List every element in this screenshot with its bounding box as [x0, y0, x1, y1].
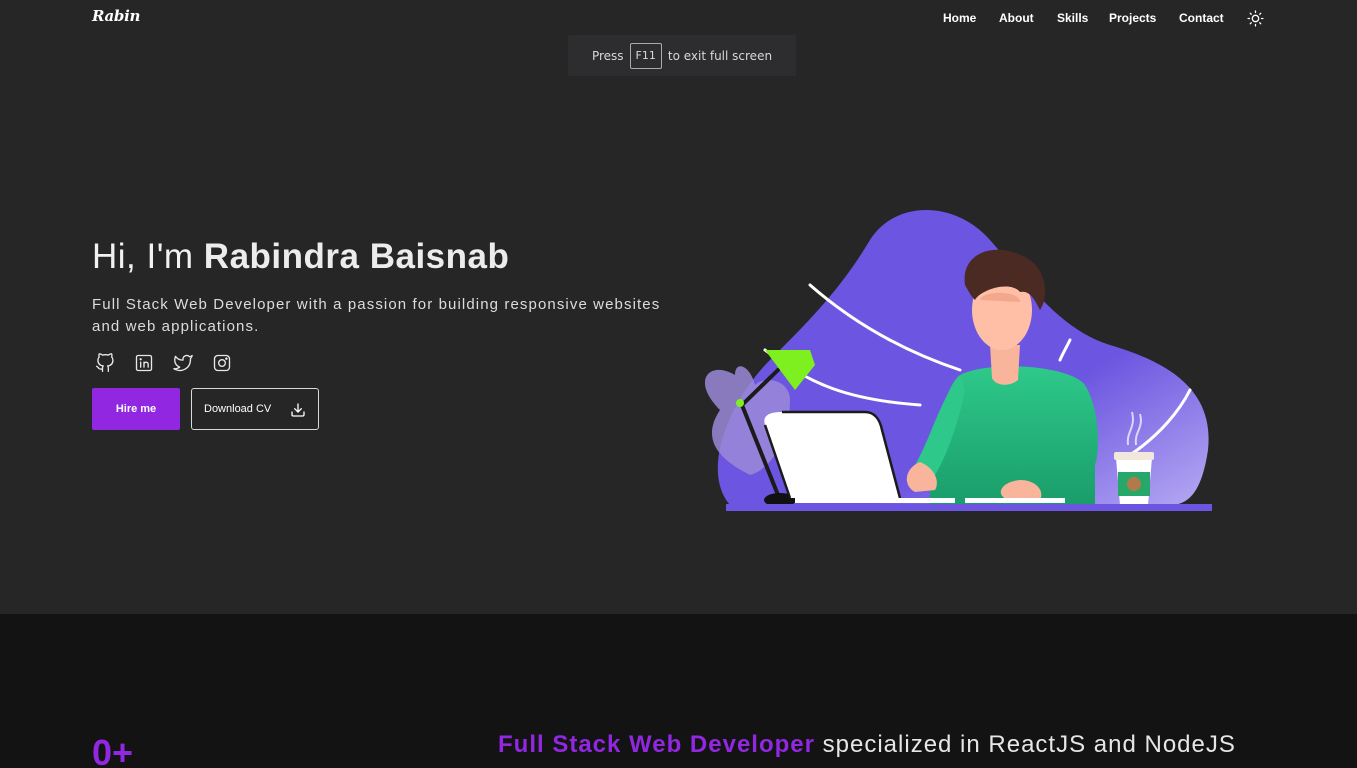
download-cv-button[interactable]: Download CV: [191, 388, 319, 430]
about-tagline: Full Stack Web Developer specialized in …: [498, 731, 1236, 759]
hero-name: Rabindra Baisnab: [203, 237, 510, 276]
hero-heading: Hi, I'm Rabindra Baisnab: [92, 237, 509, 277]
nav-projects[interactable]: Projects: [1109, 11, 1156, 25]
nav-contact[interactable]: Contact: [1179, 11, 1224, 25]
social-links: [95, 353, 251, 373]
toast-key: F11: [629, 42, 662, 69]
toast-suffix: to exit full screen: [667, 48, 773, 63]
nav-skills[interactable]: Skills: [1057, 11, 1088, 25]
linkedin-icon[interactable]: [134, 353, 154, 373]
nav-home[interactable]: Home: [943, 11, 976, 25]
hero-description: Full Stack Web Developer with a passion …: [92, 296, 661, 335]
toast-prefix: Press: [591, 48, 624, 63]
download-cv-label: Download CV: [204, 403, 272, 415]
github-icon[interactable]: [95, 353, 115, 373]
twitter-icon[interactable]: [173, 353, 193, 373]
developer-illustration: [704, 210, 1212, 511]
hire-me-label: Hire me: [115, 403, 157, 415]
instagram-icon[interactable]: [212, 353, 232, 373]
hero-greeting: Hi, I'm: [92, 237, 194, 276]
nav-about[interactable]: About: [999, 11, 1034, 25]
tagline-rest: specialized in ReactJS and NodeJS: [822, 731, 1236, 758]
site-logo[interactable]: Rabin: [92, 7, 140, 25]
stat-number: 0+: [92, 732, 134, 768]
tagline-accent: Full Stack Web Developer: [498, 731, 815, 758]
hire-me-button[interactable]: Hire me: [92, 388, 180, 430]
fullscreen-toast: Press F11 to exit full screen: [568, 35, 796, 76]
sun-icon[interactable]: [1247, 10, 1264, 27]
navbar: Rabin Home About Skills Projects Contact: [0, 0, 1357, 36]
download-icon: [291, 403, 305, 417]
desk: [726, 504, 1212, 511]
